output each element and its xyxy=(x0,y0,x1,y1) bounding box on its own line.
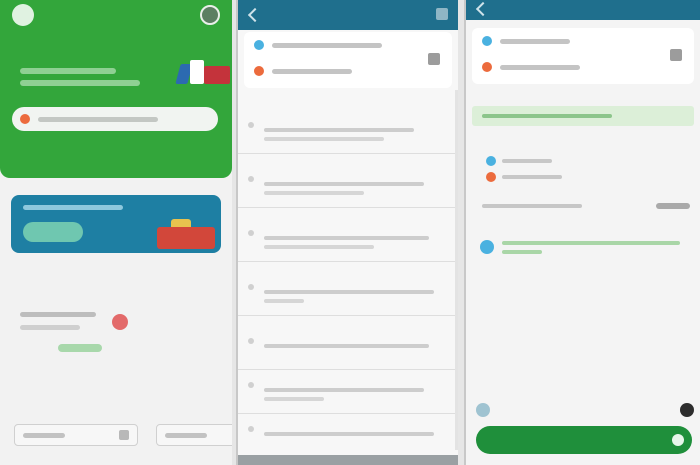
promo-illustration xyxy=(157,227,215,249)
saved-place-chip[interactable] xyxy=(14,424,138,446)
greeting-subline xyxy=(20,68,116,74)
profile-icon[interactable] xyxy=(200,5,220,25)
wallet-icon xyxy=(476,403,490,417)
recent-card-line-2 xyxy=(20,325,80,330)
option-description xyxy=(264,432,434,436)
option-bullet-icon xyxy=(248,426,254,432)
option-bullet-icon xyxy=(248,284,254,290)
option-bullet-icon xyxy=(248,122,254,128)
fare-label xyxy=(482,204,582,208)
pickup-dot-icon xyxy=(254,40,264,50)
pickup-dot-icon xyxy=(486,156,496,166)
option-description-2 xyxy=(264,245,374,249)
option-description-2 xyxy=(264,299,304,303)
recent-card[interactable] xyxy=(14,305,134,345)
pickup-field[interactable] xyxy=(482,36,662,46)
pickup-text xyxy=(272,43,382,48)
swap-icon[interactable] xyxy=(670,49,682,61)
summary-location-card xyxy=(472,28,694,84)
recent-card-line xyxy=(20,312,96,317)
route-dropoff xyxy=(486,172,646,182)
info-banner xyxy=(472,106,694,126)
pickup-dot-icon xyxy=(482,36,492,46)
fare-row xyxy=(482,201,690,211)
option-description xyxy=(264,290,434,294)
dropoff-text xyxy=(272,69,352,74)
dropoff-dot-icon xyxy=(482,62,492,72)
info-banner-text xyxy=(482,114,612,118)
option-bullet-icon xyxy=(248,230,254,236)
option-item[interactable] xyxy=(238,210,458,262)
option-description xyxy=(264,128,414,132)
arrow-right-icon xyxy=(672,434,684,446)
back-icon[interactable] xyxy=(475,1,491,17)
summary-screen xyxy=(464,0,700,465)
option-description xyxy=(264,182,424,186)
location-pin-icon xyxy=(20,114,30,124)
option-item[interactable] xyxy=(238,406,458,458)
chip-label xyxy=(23,433,65,438)
chip-label-2 xyxy=(165,433,207,438)
option-description xyxy=(264,236,429,240)
menu-icon[interactable] xyxy=(12,4,34,26)
swap-icon[interactable] xyxy=(428,53,440,65)
option-description-2 xyxy=(264,137,384,141)
dropoff-field[interactable] xyxy=(482,62,662,72)
dropoff-text xyxy=(500,65,580,70)
dropoff-dot-icon xyxy=(254,66,264,76)
more-icon[interactable] xyxy=(680,403,694,417)
info-icon xyxy=(480,240,494,254)
promo-button[interactable] xyxy=(23,222,83,242)
options-screen xyxy=(236,0,458,465)
chip-icon xyxy=(119,430,129,440)
hero-illustration xyxy=(175,60,232,86)
promo-text xyxy=(23,205,123,210)
pickup-field[interactable] xyxy=(254,40,434,50)
option-description-2 xyxy=(264,397,324,401)
home-hero xyxy=(0,0,232,178)
brand-logo-icon xyxy=(112,314,128,330)
location-card xyxy=(244,32,452,88)
route-pickup xyxy=(486,156,646,166)
see-more-link[interactable] xyxy=(58,344,102,352)
notice-row xyxy=(480,236,690,262)
option-item[interactable] xyxy=(238,264,458,316)
option-bullet-icon xyxy=(248,338,254,344)
promo-banner[interactable] xyxy=(11,195,221,253)
route-dropoff-text xyxy=(502,175,562,179)
option-description xyxy=(264,344,429,348)
search-placeholder xyxy=(38,117,158,122)
back-icon[interactable] xyxy=(247,7,263,23)
option-description-2 xyxy=(264,191,364,195)
route-pickup-text xyxy=(502,159,552,163)
notice-text xyxy=(502,241,680,245)
search-input[interactable] xyxy=(12,107,218,131)
fare-value xyxy=(656,203,690,209)
summary-topbar xyxy=(466,0,700,20)
option-bullet-icon xyxy=(248,382,254,388)
dropoff-dot-icon xyxy=(486,172,496,182)
home-screen xyxy=(0,0,232,465)
options-topbar xyxy=(238,0,458,30)
payment-row[interactable] xyxy=(474,402,696,418)
option-description xyxy=(264,388,424,392)
pickup-text xyxy=(500,39,570,44)
dropoff-field[interactable] xyxy=(254,66,434,76)
option-item[interactable] xyxy=(238,102,458,154)
bottom-strip xyxy=(238,455,458,465)
notice-link[interactable] xyxy=(502,250,542,254)
scrollbar[interactable] xyxy=(455,90,458,450)
book-button[interactable] xyxy=(476,426,692,454)
option-item[interactable] xyxy=(238,156,458,208)
close-icon[interactable] xyxy=(436,8,448,20)
greeting-subline-2 xyxy=(20,80,140,86)
option-bullet-icon xyxy=(248,176,254,182)
saved-place-chip-2[interactable] xyxy=(156,424,232,446)
